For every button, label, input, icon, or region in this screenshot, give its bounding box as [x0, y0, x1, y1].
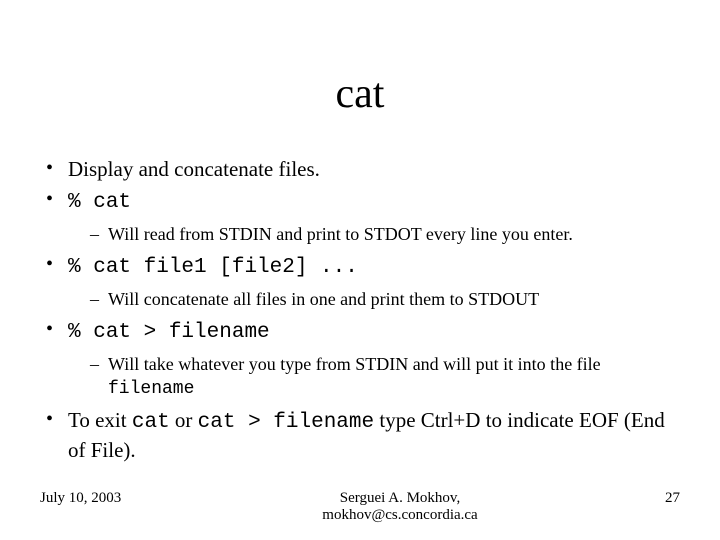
command: cat > filename — [93, 321, 269, 344]
slide-title: cat — [40, 0, 680, 156]
sub-text: Will take whatever you type from STDIN a… — [108, 354, 601, 374]
bullet-item: % cat > filename Will take whatever you … — [40, 317, 680, 401]
text-span: To exit — [68, 408, 132, 432]
inline-code: cat — [132, 411, 170, 434]
slide-footer: July 10, 2003 Serguei A. Mokhov, mokhov@… — [0, 490, 720, 524]
bullet-item: % cat Will read from STDIN and print to … — [40, 187, 680, 246]
prompt: % — [68, 256, 93, 279]
bullet-item: Display and concatenate files. — [40, 156, 680, 183]
sub-list: Will read from STDIN and print to STDOT … — [90, 223, 680, 246]
command: cat — [93, 191, 131, 214]
sub-item: Will read from STDIN and print to STDOT … — [90, 223, 680, 246]
prompt: % — [68, 191, 93, 214]
footer-author-email: mokhov@cs.concordia.ca — [180, 507, 620, 524]
inline-code: filename — [108, 379, 194, 399]
sub-list: Will take whatever you type from STDIN a… — [90, 353, 680, 401]
sub-item: Will concatenate all files in one and pr… — [90, 288, 680, 311]
footer-date: July 10, 2003 — [40, 490, 180, 507]
sub-item: Will take whatever you type from STDIN a… — [90, 353, 680, 401]
footer-author-name: Serguei A. Mokhov, — [180, 490, 620, 507]
footer-page: 27 — [620, 490, 680, 507]
prompt: % — [68, 321, 93, 344]
bullet-item: % cat file1 [file2] ... Will concatenate… — [40, 252, 680, 311]
footer-author: Serguei A. Mokhov, mokhov@cs.concordia.c… — [180, 490, 620, 524]
command: cat file1 [file2] ... — [93, 256, 358, 279]
sub-list: Will concatenate all files in one and pr… — [90, 288, 680, 311]
text-span: or — [170, 408, 198, 432]
inline-code: cat > filename — [198, 411, 374, 434]
bullet-item: To exit cat or cat > filename type Ctrl+… — [40, 407, 680, 464]
bullet-list: Display and concatenate files. % cat Wil… — [40, 156, 680, 463]
